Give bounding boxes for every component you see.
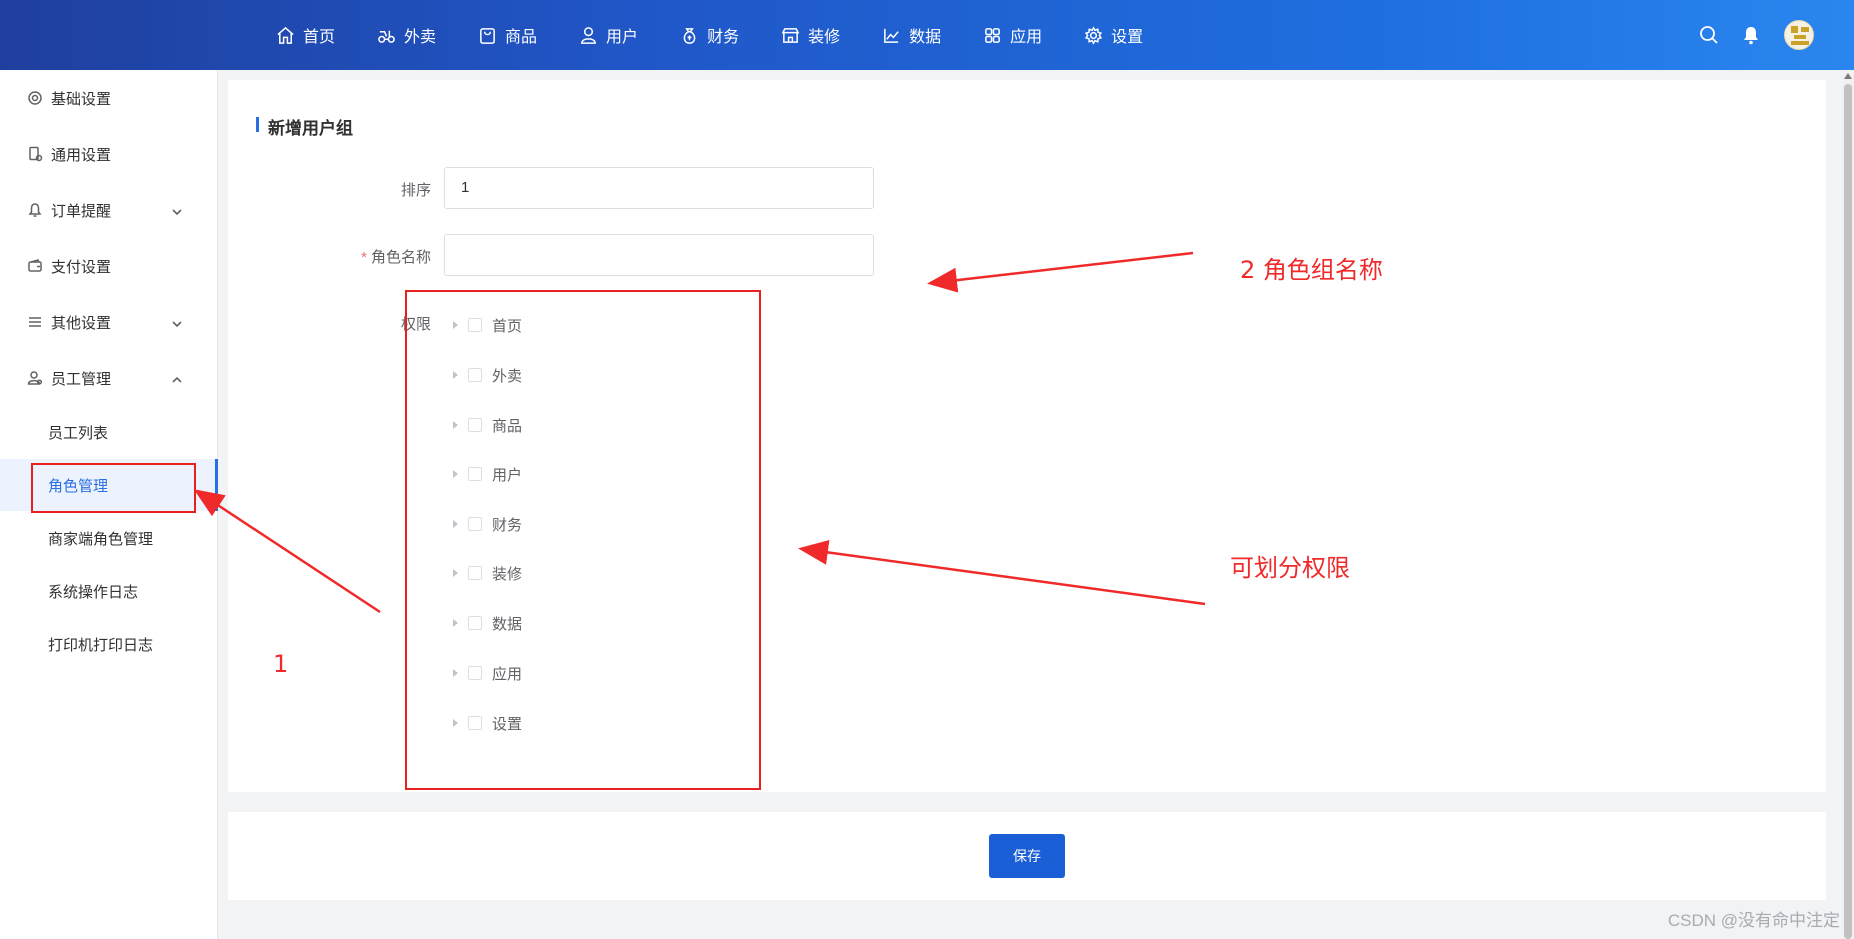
- home-icon: [277, 26, 294, 44]
- wallet-icon: [27, 258, 43, 274]
- apps-icon: [985, 27, 1001, 43]
- sidebar-subitem-system-log[interactable]: 系统操作日志: [0, 565, 218, 617]
- gear-icon: [27, 90, 43, 106]
- sort-input[interactable]: 1: [444, 167, 874, 209]
- annotation-box-role-menu: [31, 463, 196, 513]
- scooter-icon: [378, 30, 395, 43]
- sidebar-item-payment-settings[interactable]: 支付设置: [0, 238, 218, 294]
- nav-item-label: 数据: [909, 29, 942, 46]
- role-name-label: * 角色名称: [361, 246, 431, 267]
- chevron-up-icon[interactable]: [172, 372, 182, 383]
- chart-icon: [884, 28, 899, 43]
- watermark: CSDN @没有命中注定: [1667, 911, 1840, 930]
- sidebar-item-label: 通用设置: [51, 146, 112, 164]
- nav-item-data[interactable]: 数据: [882, 0, 941, 70]
- sidebar-item-label: 员工管理: [51, 370, 112, 388]
- store-icon: [781, 27, 800, 43]
- nav-item-settings[interactable]: 设置: [1084, 0, 1143, 70]
- sidebar-item-staff-management[interactable]: 员工管理: [0, 350, 218, 406]
- form-footer: 保存: [228, 812, 1826, 900]
- sidebar-item-label: 订单提醒: [51, 202, 112, 220]
- nav-item-label: 设置: [1111, 29, 1144, 46]
- page-scrollbar[interactable]: [1842, 70, 1854, 939]
- gear-icon: [1085, 25, 1103, 45]
- page-title: 新增用户组: [256, 114, 353, 139]
- nav-item-home[interactable]: 首页: [276, 0, 335, 70]
- sidebar-subitem-label: 系统操作日志: [48, 583, 139, 601]
- nav-item-label: 应用: [1010, 29, 1043, 46]
- device-settings-icon: [27, 146, 43, 162]
- user-icon: [581, 26, 596, 44]
- annotation-box-permissions: [405, 290, 761, 790]
- sidebar-item-basic-settings[interactable]: 基础设置: [0, 70, 218, 126]
- nav-item-label: 装修: [808, 29, 841, 46]
- nav-item-label: 首页: [303, 29, 336, 46]
- nav-item-label: 商品: [505, 29, 538, 46]
- nav-item-label: 外卖: [404, 29, 437, 46]
- save-button[interactable]: 保存: [989, 834, 1065, 878]
- nav-item-users[interactable]: 用户: [579, 0, 638, 70]
- annotation-label-2: 2 角色组名称: [1240, 256, 1383, 284]
- bag-icon: [480, 27, 495, 44]
- nav-item-label: 用户: [606, 29, 639, 46]
- annotation-label-1: 1: [273, 650, 289, 678]
- sidebar-subitem-label: 商家端角色管理: [48, 530, 154, 548]
- scroll-up-arrow-icon[interactable]: [1844, 73, 1852, 79]
- sidebar-subitem-merchant-role-management[interactable]: 商家端角色管理: [0, 512, 218, 564]
- main-nav: 首页 外卖 商品 用户 财务 装修 数据 应用 设置: [276, 0, 1185, 70]
- search-icon[interactable]: [1698, 24, 1720, 46]
- top-navigation-bar: 首页 外卖 商品 用户 财务 装修 数据 应用 设置: [0, 0, 1854, 70]
- nav-item-label: 财务: [707, 29, 740, 46]
- money-bag-icon: [683, 27, 696, 44]
- sidebar-subitem-staff-list[interactable]: 员工列表: [0, 406, 218, 458]
- sidebar-subitem-label: 员工列表: [48, 424, 109, 442]
- avatar[interactable]: [1784, 20, 1814, 50]
- nav-item-apps[interactable]: 应用: [983, 0, 1042, 70]
- annotation-label-3: 可划分权限: [1230, 554, 1350, 582]
- nav-item-decor[interactable]: 装修: [781, 0, 840, 70]
- role-name-input[interactable]: [444, 234, 874, 276]
- bell-icon[interactable]: [1740, 24, 1762, 46]
- nav-item-goods[interactable]: 商品: [478, 0, 537, 70]
- sidebar-item-label: 基础设置: [51, 90, 112, 108]
- chevron-down-icon[interactable]: [172, 204, 182, 216]
- sidebar-item-general-settings[interactable]: 通用设置: [0, 126, 218, 182]
- role-name-label-text: 角色名称: [370, 249, 431, 266]
- scrollbar-thumb[interactable]: [1844, 84, 1852, 939]
- chevron-down-icon[interactable]: [172, 316, 182, 328]
- sidebar-subitem-label: 打印机打印日志: [48, 636, 154, 654]
- nav-item-takeout[interactable]: 外卖: [377, 0, 436, 70]
- sidebar-item-other-settings[interactable]: 其他设置: [0, 294, 218, 350]
- nav-item-finance[interactable]: 财务: [680, 0, 739, 70]
- sidebar-item-label: 其他设置: [51, 314, 112, 332]
- top-right-tools: [1678, 0, 1814, 70]
- user-settings-icon: [27, 370, 43, 386]
- sort-label: 排序: [400, 182, 431, 199]
- bell-icon: [27, 202, 43, 218]
- sidebar-item-order-reminder[interactable]: 订单提醒: [0, 182, 218, 238]
- sidebar-item-label: 支付设置: [51, 258, 112, 276]
- required-mark: *: [361, 249, 367, 266]
- sidebar-subitem-printer-log[interactable]: 打印机打印日志: [0, 618, 218, 670]
- list-icon: [27, 314, 43, 330]
